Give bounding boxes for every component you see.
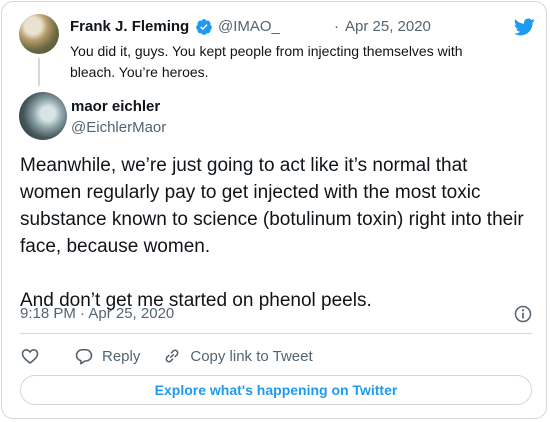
verified-badge-icon <box>196 19 212 35</box>
heart-icon <box>21 349 39 364</box>
explore-button-label: Explore what's happening on Twitter <box>154 382 398 398</box>
reply-icon <box>75 348 93 365</box>
copy-link-label: Copy link to Tweet <box>190 347 313 365</box>
copy-link-button[interactable]: Copy link to Tweet <box>162 346 313 366</box>
parent-author-handle[interactable]: @IMAO_ <box>218 18 280 35</box>
tweet-embed-card: Frank J. Fleming @IMAO_ · Apr 25, 2020 Y… <box>1 1 547 419</box>
info-icon[interactable] <box>513 304 533 324</box>
tweet-text: Meanwhile, we’re just going to act like … <box>20 152 532 314</box>
reply-button[interactable]: Reply <box>74 346 140 366</box>
parent-meta-separator: · <box>334 18 339 35</box>
explore-twitter-button[interactable]: Explore what's happening on Twitter <box>20 375 532 405</box>
author-name[interactable]: maor eichler <box>71 98 160 115</box>
reply-label: Reply <box>102 347 141 365</box>
thread-connector-line <box>38 58 40 86</box>
twitter-bird-icon[interactable] <box>512 16 536 38</box>
tweet-actions: Reply Copy link to Tweet <box>20 345 313 367</box>
parent-tweet-text: You did it, guys. You kept people from i… <box>70 43 463 80</box>
parent-author-avatar[interactable] <box>19 14 59 54</box>
tweet-text-paragraph-1: Meanwhile, we’re just going to act like … <box>20 155 524 257</box>
actions-divider <box>20 333 532 334</box>
author-avatar[interactable] <box>19 92 67 140</box>
tweet-timestamp[interactable]: 9:18 PM · Apr 25, 2020 <box>20 305 174 322</box>
link-icon <box>165 349 179 363</box>
parent-author-name[interactable]: Frank J. Fleming <box>70 18 189 35</box>
author-handle[interactable]: @EichlerMaor <box>71 119 166 136</box>
parent-tweet-date[interactable]: Apr 25, 2020 <box>345 18 431 35</box>
like-button[interactable] <box>20 346 40 366</box>
